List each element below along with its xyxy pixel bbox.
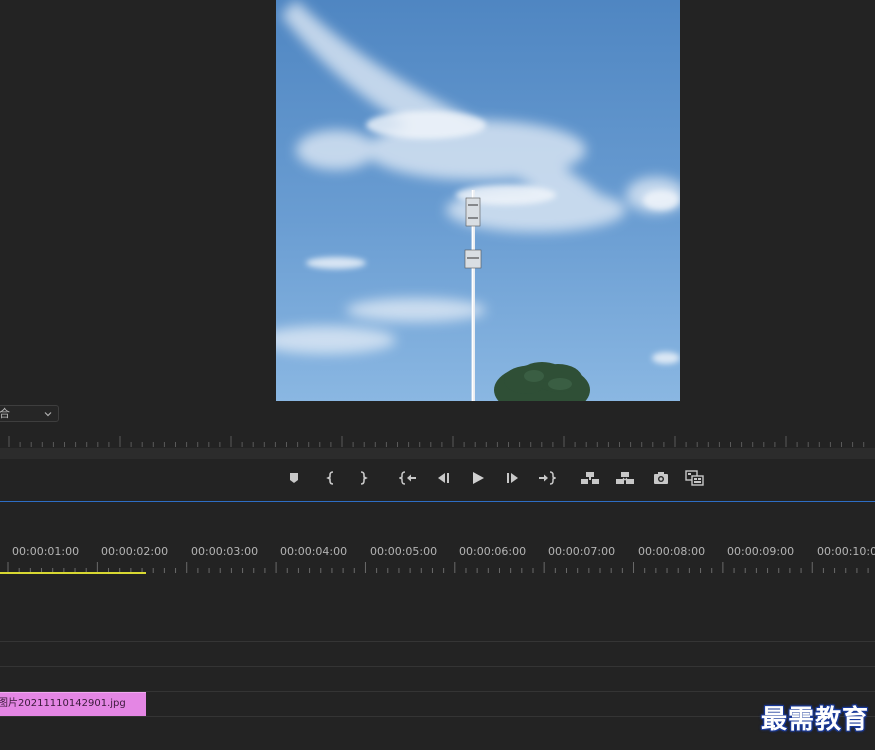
- sky-tower-image: [276, 0, 680, 401]
- image-clip[interactable]: 图片20211110142901.jpg: [0, 692, 146, 716]
- track-lane[interactable]: [0, 667, 875, 692]
- extract-icon: [616, 472, 634, 484]
- time-label: 00:00:07:00: [548, 545, 616, 558]
- time-label: 00:00:01:00: [12, 545, 80, 558]
- go-to-in-icon: [399, 471, 416, 485]
- mark-in-button[interactable]: [320, 467, 342, 489]
- mark-out-icon: [360, 471, 368, 485]
- step-back-button[interactable]: [432, 467, 454, 489]
- lift-button[interactable]: [579, 467, 601, 489]
- go-to-out-button[interactable]: [536, 467, 558, 489]
- clip-name: 图片20211110142901.jpg: [0, 698, 126, 709]
- time-label: 00:00:06:00: [459, 545, 527, 558]
- comparison-view-icon: [685, 470, 704, 486]
- go-to-out-icon: [539, 471, 556, 485]
- chevron-down-icon: [44, 412, 52, 417]
- lift-icon: [581, 472, 599, 484]
- time-label: 00:00:09:00: [727, 545, 795, 558]
- track-lane[interactable]: [0, 642, 875, 667]
- program-monitor: 合: [0, 0, 875, 500]
- mark-out-button[interactable]: [352, 467, 374, 489]
- monitor-time-ruler[interactable]: [0, 432, 875, 448]
- track-lane[interactable]: [0, 717, 875, 750]
- timeline-panel: 00:00:01:00 00:00:02:00 00:00:03:00 00:0…: [0, 502, 875, 750]
- video-preview-frame[interactable]: [276, 0, 680, 401]
- mark-in-icon: [326, 471, 334, 485]
- time-label: 00:00:08:00: [638, 545, 706, 558]
- step-forward-icon: [507, 473, 518, 483]
- time-label: 00:00:05:00: [370, 545, 438, 558]
- video-track-area[interactable]: [0, 578, 875, 642]
- time-label: 00:00:04:00: [280, 545, 348, 558]
- extract-button[interactable]: [614, 467, 636, 489]
- step-back-icon: [438, 473, 449, 483]
- time-label: 00:00:10:00: [817, 545, 875, 558]
- add-marker-icon: [290, 473, 298, 483]
- add-marker-button[interactable]: [283, 467, 305, 489]
- play-icon: [473, 472, 484, 484]
- time-label: 00:00:03:00: [191, 545, 259, 558]
- transport-controls: [0, 463, 875, 493]
- work-area-bar[interactable]: [0, 572, 146, 574]
- comparison-view-button[interactable]: [684, 467, 706, 489]
- monitor-zoom-scrollbar[interactable]: [0, 448, 875, 459]
- export-frame-icon: [654, 472, 668, 484]
- time-label: 00:00:02:00: [101, 545, 169, 558]
- fit-dropdown-label: 合: [0, 407, 10, 420]
- fit-dropdown[interactable]: 合: [0, 405, 59, 422]
- step-forward-button[interactable]: [502, 467, 524, 489]
- go-to-in-button[interactable]: [397, 467, 419, 489]
- export-frame-button[interactable]: [650, 467, 672, 489]
- watermark-logo: 最需教育: [760, 705, 869, 735]
- timeline-time-ruler[interactable]: 00:00:01:00 00:00:02:00 00:00:03:00 00:0…: [0, 545, 875, 561]
- play-button[interactable]: [467, 467, 489, 489]
